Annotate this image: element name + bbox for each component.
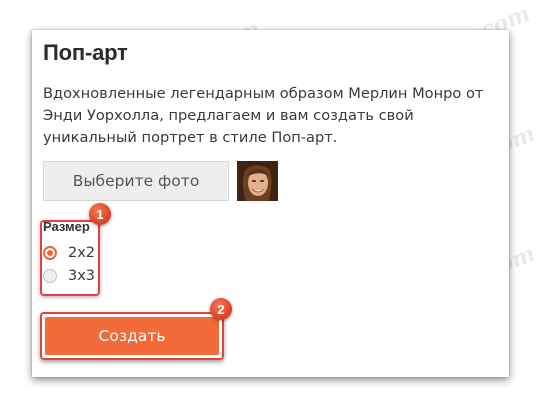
create-button[interactable]: Создать [45,317,219,355]
choose-photo-button[interactable]: Выберите фото [43,161,229,201]
annotation-badge-2: 2 [210,298,232,320]
woman-portrait-thumbnail [237,161,278,201]
size-option-2x2[interactable]: 2x2 [43,243,95,263]
size-label: Размер [43,219,90,234]
radio-unselected-icon[interactable] [43,269,57,283]
pop-art-card: Поп-арт Вдохновленные легендарным образо… [32,30,509,377]
card-description: Вдохновленные легендарным образом Мерлин… [43,85,484,146]
size-option-label: 3x3 [68,268,96,284]
portrait-image [237,161,278,201]
size-option-3x3[interactable]: 3x3 [43,266,95,286]
radio-selected-icon[interactable] [43,246,57,260]
size-option-label: 2x2 [68,245,96,261]
card-title: Поп-арт [43,40,128,65]
annotation-badge-1: 1 [89,203,111,225]
